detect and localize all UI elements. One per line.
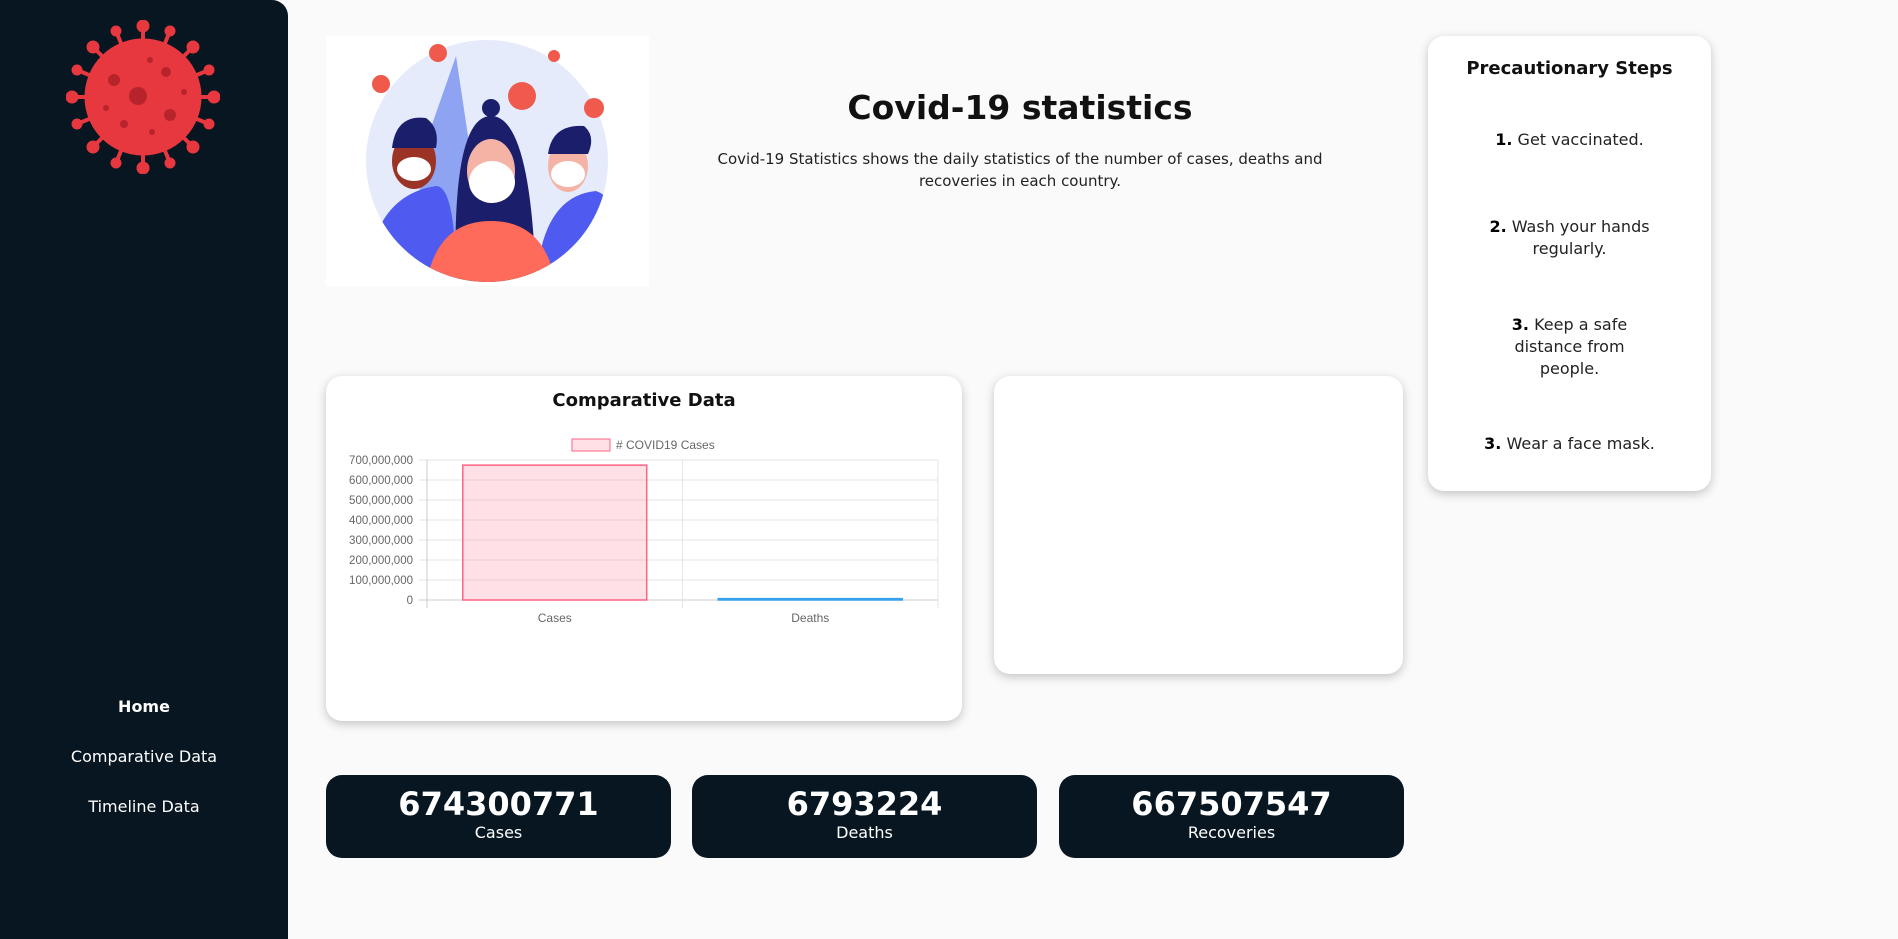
recoveries-label: Recoveries	[1187, 823, 1276, 842]
page-subtitle: Covid-19 Statistics shows the daily stat…	[717, 150, 1323, 190]
y-tick-label: 600,000,000	[349, 475, 413, 487]
step-number: 1.	[1495, 130, 1513, 149]
step-number: 2.	[1489, 217, 1507, 236]
precautionary-steps-card: Precautionary Steps 1. Get vaccinated. 2…	[1428, 36, 1711, 491]
page-title: Covid-19 statistics	[847, 88, 1193, 127]
cases-stat-box: 674300771 Cases	[326, 775, 671, 858]
recoveries-count: 667507547	[1131, 785, 1332, 823]
y-tick-label: 500,000,000	[349, 495, 413, 507]
step-text: Keep a safe distance from people.	[1514, 315, 1628, 378]
bar-deaths	[717, 597, 903, 601]
y-tick-label: 300,000,000	[349, 535, 413, 547]
step-text: Wear a face mask.	[1506, 434, 1655, 453]
comparative-chart-card: Comparative Data # COVID19 Cases 700,000,…	[326, 376, 962, 721]
y-tick-label: 0	[407, 595, 413, 607]
steps-title: Precautionary Steps	[1466, 58, 1673, 79]
masked-people-illustration	[326, 36, 649, 286]
legend-label: # COVID19 Cases	[616, 438, 715, 452]
y-tick-label: 200,000,000	[349, 555, 413, 567]
comparative-bar-chart[interactable]: # COVID19 Cases 700,000,000 600,000,000 500…	[326, 376, 962, 721]
legend-swatch	[571, 438, 611, 452]
step-item: 1. Get vaccinated.	[1488, 129, 1651, 151]
empty-chart-card	[994, 376, 1403, 674]
nav-timeline-data[interactable]: Timeline Data	[0, 795, 288, 845]
cases-count: 674300771	[398, 785, 599, 823]
recoveries-stat-box: 667507547 Recoveries	[1059, 775, 1404, 858]
deaths-stat-box: 6793224 Deaths	[692, 775, 1037, 858]
nav-home[interactable]: Home	[0, 695, 288, 745]
sidebar: Home Comparative Data Timeline Data	[0, 0, 288, 939]
y-tick-label: 400,000,000	[349, 515, 413, 527]
step-item: 2. Wash your hands regularly.	[1488, 216, 1651, 260]
sidebar-nav: Home Comparative Data Timeline Data	[0, 695, 288, 845]
step-number: 3.	[1484, 434, 1502, 453]
step-text: Wash your hands regularly.	[1511, 217, 1650, 258]
x-tick-label: Deaths	[791, 611, 829, 625]
deaths-label: Deaths	[836, 823, 893, 842]
y-tick-label: 700,000,000	[349, 455, 413, 467]
step-item: 3. Wear a face mask.	[1468, 433, 1671, 455]
step-number: 3.	[1511, 315, 1529, 334]
deaths-count: 6793224	[786, 785, 943, 823]
step-item: 3. Keep a safe distance from people.	[1508, 314, 1631, 380]
cases-label: Cases	[474, 823, 523, 842]
virus-logo-icon[interactable]	[66, 20, 220, 174]
nav-comparative-data[interactable]: Comparative Data	[0, 745, 288, 795]
x-tick-label: Cases	[538, 611, 572, 625]
y-tick-label: 100,000,000	[349, 575, 413, 587]
step-text: Get vaccinated.	[1517, 130, 1644, 149]
bar-cases	[462, 464, 648, 601]
